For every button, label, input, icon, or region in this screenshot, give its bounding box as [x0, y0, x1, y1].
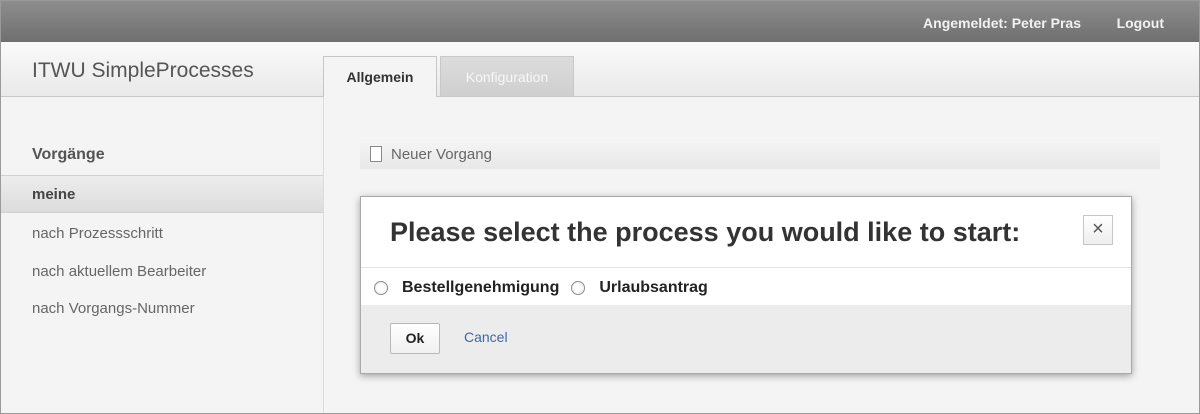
sidebar: Vorgänge meine nach Prozessschritt nach … — [1, 97, 324, 413]
action-toolbar: Neuer Vorgang — [360, 137, 1160, 169]
sidebar-item-prozessschritt[interactable]: nach Prozessschritt — [1, 215, 323, 253]
dialog-divider — [361, 267, 1131, 268]
sidebar-item-meine[interactable]: meine — [1, 175, 323, 213]
sidebar-heading: Vorgänge — [32, 146, 105, 163]
dialog-title: Please select the process you would like… — [390, 217, 1021, 247]
sidebar-item-bearbeiter[interactable]: nach aktuellem Bearbeiter — [1, 253, 323, 291]
close-button[interactable]: × — [1083, 215, 1113, 245]
app-title: ITWU SimpleProcesses — [32, 59, 254, 82]
close-icon: × — [1092, 218, 1104, 240]
radio-button[interactable] — [571, 281, 586, 295]
option-bestellgenehmigung[interactable]: Bestellgenehmigung — [374, 279, 559, 297]
top-bar: Angemeldet: Peter Pras Logout — [1, 1, 1199, 42]
ok-button[interactable]: Ok — [390, 323, 440, 354]
app-window: Angemeldet: Peter Pras Logout ITWU Simpl… — [0, 0, 1200, 414]
radio-button[interactable] — [374, 281, 388, 295]
tab-konfiguration[interactable]: Konfiguration — [440, 56, 574, 96]
sidebar-item-vorgangs-nummer[interactable]: nach Vorgangs-Nummer — [1, 290, 323, 328]
new-process-label: Neuer Vorgang — [391, 145, 492, 163]
process-options: Bestellgenehmigung Urlaubsantrag — [374, 279, 720, 297]
document-icon — [370, 146, 382, 162]
logout-link[interactable]: Logout — [1117, 15, 1164, 31]
dialog-footer: Ok Cancel — [361, 305, 1131, 373]
header: ITWU SimpleProcesses Allgemein Konfigura… — [1, 42, 1199, 97]
option-urlaubsantrag[interactable]: Urlaubsantrag — [571, 279, 708, 297]
option-label: Bestellgenehmigung — [402, 279, 560, 296]
tab-allgemein[interactable]: Allgemein — [323, 56, 437, 97]
new-process-button[interactable]: Neuer Vorgang — [370, 144, 492, 164]
logged-in-user: Angemeldet: Peter Pras — [923, 15, 1081, 31]
process-select-dialog: Please select the process you would like… — [360, 196, 1132, 374]
cancel-link[interactable]: Cancel — [464, 329, 508, 345]
option-label: Urlaubsantrag — [599, 279, 708, 296]
